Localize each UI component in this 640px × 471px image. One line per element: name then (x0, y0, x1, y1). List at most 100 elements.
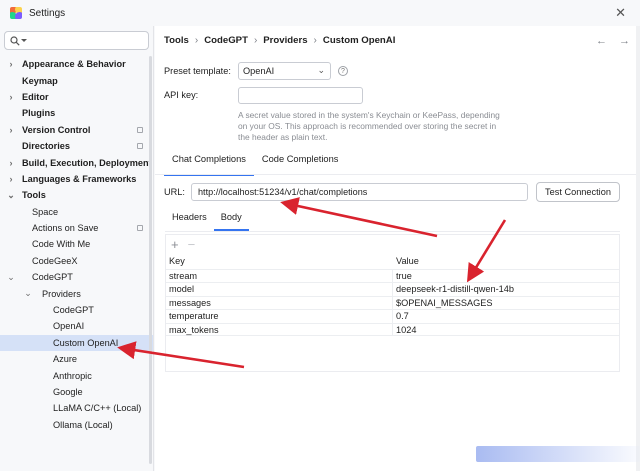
bottom-highlight (476, 446, 640, 462)
sidebar-item[interactable]: Custom OpenAI (0, 334, 153, 352)
tab-code-completions[interactable]: Code Completions (254, 148, 346, 172)
sidebar-item[interactable]: ⌄ Tools (0, 187, 153, 203)
chevron-right-icon[interactable]: › (7, 59, 15, 69)
sidebar-item[interactable]: › Editor (0, 89, 153, 105)
api-key-label: API key: (164, 90, 199, 100)
project-level-icon (137, 126, 143, 133)
sidebar-item-label: Appearance & Behavior (22, 59, 126, 70)
sidebar-item[interactable]: Code With Me (0, 236, 153, 252)
search-icon (10, 35, 20, 46)
subtabs-divider (165, 231, 620, 232)
breadcrumb-item[interactable]: Providers (263, 35, 307, 46)
breadcrumb-item[interactable]: Tools (164, 35, 189, 46)
breadcrumb: Tools › CodeGPT › Providers › Custom OpenAI (164, 35, 395, 46)
sidebar-search[interactable] (4, 31, 149, 50)
sidebar-item[interactable]: Azure (0, 351, 153, 367)
sidebar-item-label: CodeGeeX (32, 255, 78, 266)
sidebar-item[interactable]: › Appearance & Behavior (0, 56, 153, 72)
preset-template-value: OpenAI (243, 66, 275, 76)
body-table: + − Key Value stream true model deepseek-r1… (165, 234, 620, 372)
chevron-right-icon[interactable]: › (7, 158, 15, 168)
tab-chat-completions[interactable]: Chat Completions (164, 148, 254, 176)
sidebar-item[interactable]: Actions on Save (0, 220, 153, 236)
back-arrow-icon[interactable]: ← (596, 35, 607, 47)
sidebar-scrollbar[interactable] (149, 56, 152, 464)
body-value-cell[interactable]: deepseek-r1-distill-qwen-14b (396, 284, 514, 294)
body-value-cell[interactable]: $OPENAI_MESSAGES (396, 298, 493, 308)
sidebar-item-label: Ollama (Local) (53, 419, 113, 430)
breadcrumb-separator-icon: › (313, 35, 317, 46)
body-key-cell[interactable]: stream (169, 271, 197, 281)
sidebar-item[interactable]: ⌄ CodeGPT (0, 269, 153, 285)
sidebar-item[interactable]: Directories (0, 138, 153, 154)
history-nav: ← → (596, 35, 630, 47)
sidebar-item-label: CodeGPT (32, 272, 73, 283)
sidebar-item[interactable]: CodeGeeX (0, 253, 153, 269)
project-level-icon (137, 143, 143, 150)
window-title: Settings (29, 7, 66, 19)
api-key-field[interactable] (238, 87, 363, 104)
sidebar-item-label: Editor (22, 91, 49, 102)
body-key-cell[interactable]: model (169, 284, 194, 294)
chevron-right-icon[interactable]: › (7, 125, 15, 135)
test-connection-button[interactable]: Test Connection (536, 182, 620, 202)
search-options-icon[interactable] (21, 39, 27, 42)
title-bar: Settings ✕ (0, 0, 640, 26)
sidebar-item[interactable]: Plugins (0, 105, 153, 121)
chevron-right-icon[interactable]: › (7, 174, 15, 184)
api-key-hint: A secret value stored in the system's Ke… (238, 110, 500, 142)
url-field[interactable]: http://localhost:51234/v1/chat/completio… (191, 183, 528, 201)
column-divider (392, 269, 393, 336)
tabs-divider (155, 174, 640, 175)
breadcrumb-item[interactable]: CodeGPT (204, 35, 248, 46)
sidebar-item-label: CodeGPT (53, 305, 94, 316)
tab-body[interactable]: Body (213, 210, 249, 231)
preset-template-select[interactable]: OpenAI ⌄ (238, 62, 331, 80)
sidebar-item[interactable]: OpenAI (0, 318, 153, 334)
sidebar-item[interactable]: › Version Control (0, 122, 153, 138)
sidebar-item[interactable]: › Build, Execution, Deployment (0, 154, 153, 170)
table-header: Key Value (166, 255, 619, 269)
chevron-right-icon[interactable]: › (7, 92, 15, 102)
sidebar-item-label: Build, Execution, Deployment (22, 157, 152, 168)
body-value-cell[interactable]: 0.7 (396, 311, 409, 321)
body-value-cell[interactable]: 1024 (396, 325, 416, 335)
request-tabs: Headers Body (165, 210, 249, 231)
help-icon[interactable]: ? (338, 66, 348, 76)
sidebar-item[interactable]: Ollama (Local) (0, 417, 153, 433)
sidebar-item[interactable]: Anthropic (0, 367, 153, 383)
breadcrumb-separator-icon: › (194, 35, 199, 46)
sidebar-item-label: Directories (22, 141, 71, 152)
sidebar-item-label: LLaMA C/C++ (Local) (53, 403, 142, 414)
sidebar-item[interactable]: Space (0, 204, 153, 220)
sidebar-item-label: Anthropic (53, 370, 92, 381)
tab-headers[interactable]: Headers (165, 210, 214, 230)
content-scrollbar[interactable] (636, 26, 640, 471)
body-key-cell[interactable]: max_tokens (169, 325, 219, 335)
sidebar-item[interactable]: › Languages & Frameworks (0, 171, 153, 187)
sidebar-item-label: Version Control (22, 124, 91, 135)
chevron-down-icon[interactable]: ⌄ (7, 190, 15, 201)
remove-row-icon[interactable]: − (188, 237, 196, 252)
sidebar-item[interactable]: LLaMA C/C++ (Local) (0, 400, 153, 416)
sidebar-item[interactable]: ⌄ Providers (0, 285, 153, 301)
body-value-cell[interactable]: true (396, 271, 412, 281)
sidebar-item-label: Providers (42, 288, 81, 299)
add-row-icon[interactable]: + (171, 237, 179, 252)
sidebar-item-label: Keymap (22, 75, 58, 86)
search-input[interactable] (31, 35, 141, 46)
body-key-cell[interactable]: temperature (169, 311, 219, 321)
sidebar-item[interactable]: CodeGPT (0, 302, 153, 318)
close-window-icon[interactable]: ✕ (615, 5, 626, 21)
app-logo-icon (10, 7, 22, 19)
chevron-down-icon[interactable]: ⌄ (24, 288, 32, 299)
sidebar-item[interactable]: Google (0, 384, 153, 400)
settings-tree: › Appearance & Behavior Keymap › Editor Plugi… (0, 56, 153, 433)
chevron-down-icon[interactable]: ⌄ (7, 272, 15, 283)
url-label: URL: (164, 187, 185, 197)
forward-arrow-icon[interactable]: → (619, 35, 630, 47)
body-key-cell[interactable]: messages (169, 298, 211, 308)
sidebar-item[interactable]: Keymap (0, 72, 153, 88)
sidebar-item-label: Google (53, 387, 83, 397)
sidebar-item-label: Plugins (22, 108, 56, 119)
